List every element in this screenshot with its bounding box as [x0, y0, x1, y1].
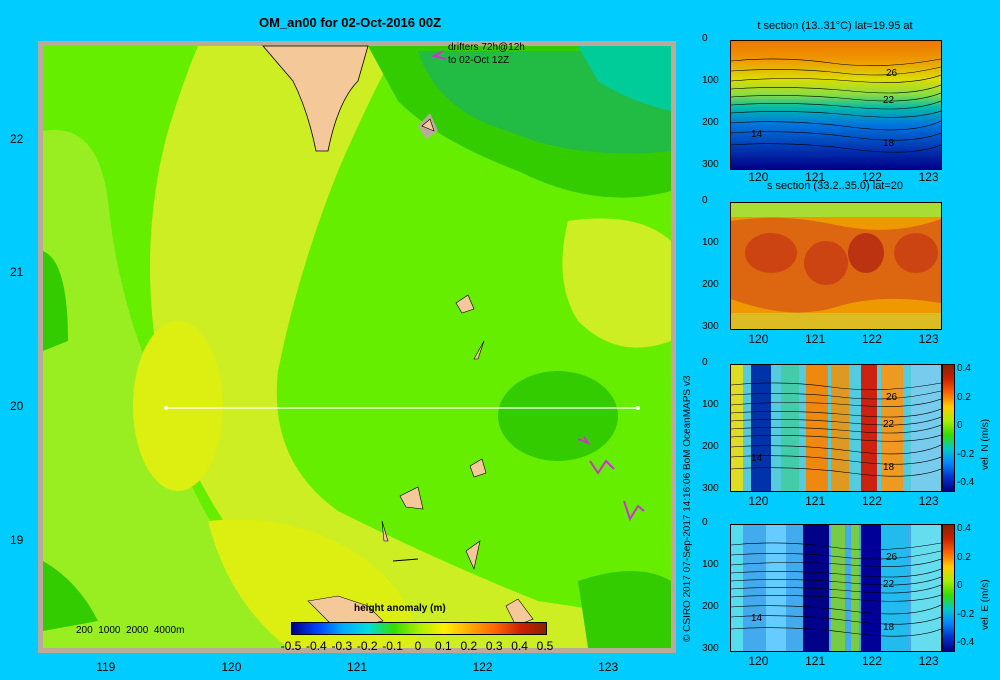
colorbar-tick-5: 0 [414, 639, 422, 653]
p4-contour-26: 26 [886, 552, 898, 563]
map-x-tick-120: 120 [221, 660, 242, 674]
panel3-y-tick-0: 0 [702, 357, 708, 368]
p3-contour-18: 18 [883, 462, 895, 473]
map-title: OM_an00 for 02-Oct-2016 00Z [258, 15, 442, 30]
p4-contour-18: 18 [883, 622, 895, 633]
panel2-y-tick-300: 300 [702, 321, 719, 332]
panel1-x-tick-123: 123 [918, 170, 939, 184]
panel4-y-tick-0: 0 [702, 517, 708, 528]
vel-n-colorbar [942, 364, 955, 492]
p3-contour-14: 14 [751, 453, 763, 464]
panel1-x-tick-121: 121 [805, 170, 826, 184]
vel-n-label: vel. N (m/s) [980, 418, 991, 470]
map-x-tick-123: 123 [598, 660, 619, 674]
p4-contour-14: 14 [751, 613, 763, 624]
panel2-x-tick-122: 122 [861, 332, 882, 346]
panel4-cbar-tick-1: 0.2 [957, 551, 971, 563]
panel3-x-tick-120: 120 [748, 494, 769, 508]
panel3-cbar-tick-0: 0.4 [957, 363, 971, 374]
panel2-x-tick-123: 123 [918, 332, 939, 346]
panel4-x-tick-120: 120 [748, 654, 769, 668]
panel1-x-tick-122: 122 [861, 170, 882, 184]
p3-contour-26: 26 [886, 392, 898, 403]
panel4-y-tick-300: 300 [702, 643, 719, 654]
colorbar-tick-8: 0.3 [485, 639, 503, 653]
panel1-y-tick-100: 100 [702, 75, 719, 86]
panel4-x-tick-123: 123 [918, 654, 939, 668]
panel4-cbar-tick-0: 0.4 [957, 523, 971, 534]
panel4-cbar-tick-4: -0.4 [957, 637, 975, 648]
panel3-frame: 26 22 18 14 [730, 364, 942, 492]
panel2-frame [730, 202, 942, 330]
colorbar-tick-3: -0.2 [356, 639, 378, 653]
map-y-tick-21: 21 [10, 265, 24, 280]
map-x-tick-122: 122 [472, 660, 493, 674]
panel4-cbar-tick-3: -0.2 [957, 608, 975, 620]
panel2-y-tick-0: 0 [702, 195, 708, 206]
salinity-section [731, 203, 941, 329]
vel-e-label: vel. E (m/s) [980, 579, 991, 630]
panel2-y-tick-200: 200 [702, 279, 719, 290]
panel4-cbar-tick-2: 0 [957, 580, 963, 591]
drifters-line-1: drifters 72h@12h [448, 42, 525, 53]
height-colorbar [291, 622, 547, 635]
colorbar-tick-9: 0.4 [511, 639, 528, 653]
drifters-line-2: to 02-Oct 12Z [448, 55, 510, 66]
colorbar-tick-6: 0.1 [435, 639, 452, 653]
panel3-y-tick-200: 200 [702, 441, 719, 452]
p3-contour-22: 22 [883, 419, 895, 430]
panel3-y-tick-100: 100 [702, 399, 719, 410]
p1-contour-26: 26 [886, 68, 898, 79]
panel2-x-tick-121: 121 [805, 332, 826, 346]
p1-contour-22: 22 [883, 95, 895, 106]
colorbar-tick-4: -0.1 [382, 639, 403, 653]
map-y-tick-20: 20 [10, 399, 24, 414]
colorbar-tick-2: -0.3 [331, 639, 353, 653]
colorbar-tick-1: -0.4 [306, 639, 327, 653]
depth-legend: 200 1000 2000 4000m [76, 625, 185, 636]
panel1-y-tick-200: 200 [702, 117, 719, 128]
colorbar-tick-10: 0.5 [536, 639, 554, 653]
panel1-x-tick-120: 120 [748, 170, 769, 184]
panel4-y-tick-100: 100 [702, 559, 719, 570]
panel3-y-tick-300: 300 [702, 483, 719, 494]
panel3-x-tick-123: 123 [918, 494, 939, 508]
colorbar-tick-7: 0.2 [460, 639, 478, 653]
p1-contour-14: 14 [751, 129, 763, 140]
credit-text: © CSIRO 2017 07-Sep-2017 14:16:06 BoM Oc… [682, 375, 693, 642]
panel3-cbar-tick-2: 0 [957, 420, 963, 431]
panel3-cbar-tick-1: 0.2 [957, 391, 971, 403]
panel4-x-tick-121: 121 [805, 654, 826, 668]
vel-e-section [731, 525, 941, 651]
map-y-tick-22: 22 [10, 131, 24, 146]
drifters-label: drifters 72h@12h to 02-Oct 12Z [448, 41, 525, 67]
panel4-y-tick-200: 200 [702, 601, 719, 612]
panel1-frame: 26 22 18 14 [730, 40, 942, 170]
temperature-section [731, 41, 941, 169]
panel2-x-tick-120: 120 [748, 332, 769, 346]
colorbar-tick-0: -0.5 [280, 639, 302, 653]
map-x-tick-119: 119 [96, 660, 116, 674]
panel3-x-tick-121: 121 [805, 494, 826, 508]
panel4-frame: 26 22 18 14 [730, 524, 942, 652]
panel1-y-tick-0: 0 [702, 33, 708, 44]
panel1-y-tick-300: 300 [702, 159, 719, 170]
panel3-cbar-tick-4: -0.4 [957, 477, 975, 488]
vel-e-colorbar [942, 524, 955, 652]
height-anomaly-map [43, 45, 671, 648]
colorbar-label: height anomaly (m) [354, 603, 446, 614]
panel4-x-tick-122: 122 [861, 654, 882, 668]
panel3-cbar-tick-3: -0.2 [957, 448, 975, 460]
map-y-tick-19: 19 [10, 532, 24, 547]
vel-n-section [731, 365, 941, 491]
map-x-tick-121: 121 [346, 660, 368, 674]
panel2-y-tick-100: 100 [702, 237, 719, 248]
p4-contour-22: 22 [883, 579, 895, 590]
panel1-title: t section (13..31°C) lat=19.95 at [757, 20, 913, 32]
panel3-x-tick-122: 122 [861, 494, 882, 508]
p1-contour-18: 18 [883, 138, 895, 149]
map-frame: drifters 72h@12h to 02-Oct 12Z 200 1000 … [38, 41, 676, 653]
